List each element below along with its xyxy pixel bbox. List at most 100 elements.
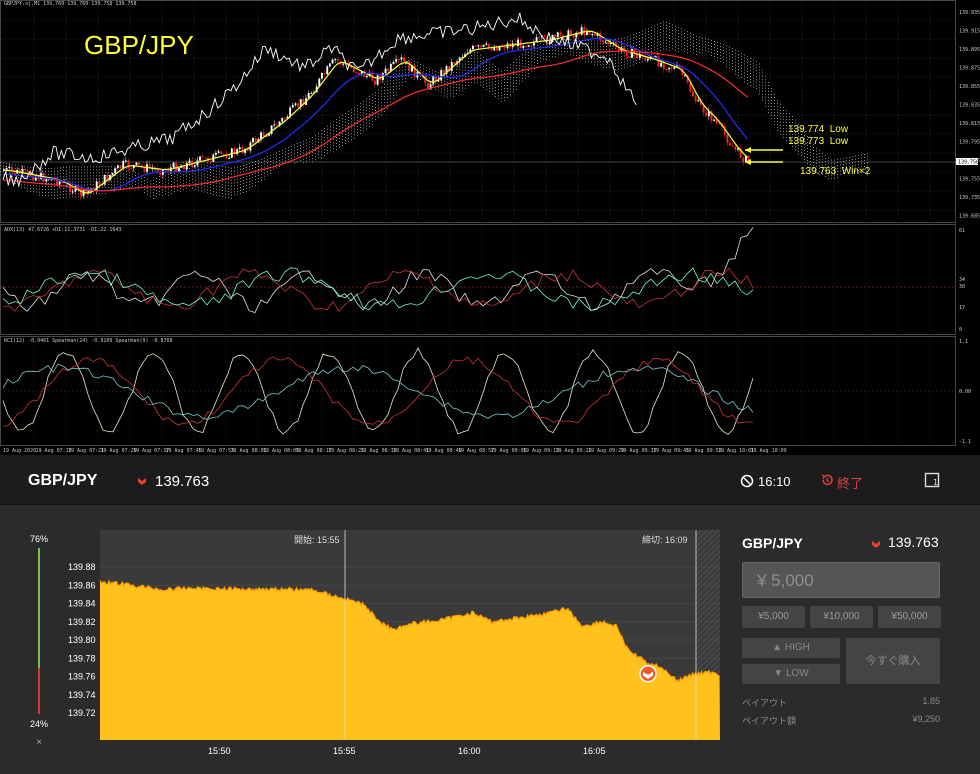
cloud-dot (846, 163, 847, 165)
cloud-dot (759, 63, 760, 65)
cloud-dot (714, 53, 715, 54)
cloud-dot (492, 84, 493, 86)
cloud-dot (111, 187, 112, 189)
cloud-dot (75, 178, 76, 180)
cloud-dot (750, 60, 751, 62)
cloud-dot (225, 196, 226, 198)
candle-body (10, 166, 13, 171)
cloud-dot (366, 107, 367, 109)
cloud-dot (678, 36, 679, 37)
cloud-dot (741, 70, 742, 72)
cloud-dot (759, 84, 760, 86)
cloud-dot (546, 58, 547, 60)
cloud-dot (438, 90, 439, 92)
cloud-dot (18, 168, 19, 170)
cloud-dot (42, 188, 43, 190)
cloud-dot (231, 179, 232, 181)
high-button[interactable]: ▲ HIGH (742, 638, 840, 658)
cloud-dot (792, 119, 793, 120)
cloud-dot (585, 61, 586, 63)
cloud-dot (786, 128, 787, 129)
cloud-dot (357, 117, 358, 119)
cloud-dot (828, 178, 829, 180)
cloud-dot (183, 186, 184, 188)
cloud-dot (162, 195, 163, 197)
amount-5000-button[interactable]: ¥5,000 (742, 606, 805, 628)
cloud-dot (183, 177, 184, 179)
cloud-dot (399, 67, 400, 69)
candle-body (480, 45, 482, 47)
cloud-dot (33, 185, 34, 187)
cloud-dot (504, 76, 505, 77)
cloud-dot (111, 175, 112, 177)
cloud-dot (372, 112, 373, 113)
cloud-dot (591, 46, 592, 48)
cloud-dot (315, 150, 316, 152)
cloud-dot (117, 181, 118, 183)
cloud-dot (501, 82, 502, 84)
order-price: 139.763 (888, 534, 939, 550)
cloud-dot (204, 167, 205, 169)
amount-input[interactable]: ¥ 5,000 (742, 562, 940, 598)
cloud-dot (114, 166, 115, 168)
candle-body (570, 30, 572, 35)
candle-body (713, 119, 716, 121)
cloud-dot (528, 52, 529, 53)
cloud-dot (693, 46, 694, 48)
cloud-dot (177, 177, 178, 179)
cloud-dot (645, 38, 646, 40)
cloud-dot (132, 176, 133, 178)
candle-body (599, 33, 602, 41)
candle-body (177, 167, 180, 172)
cloud-dot (780, 115, 781, 117)
cloud-dot (222, 178, 223, 179)
cloud-dot (474, 82, 475, 84)
window-icon[interactable]: 1 (924, 472, 940, 488)
cloud-dot (549, 56, 550, 57)
cloud-dot (732, 54, 733, 55)
cloud-dot (540, 51, 541, 53)
cloud-dot (171, 178, 172, 179)
gauge-close-button[interactable]: × (28, 737, 50, 748)
cloud-dot (393, 80, 394, 81)
cloud-dot (771, 91, 772, 92)
cloud-dot (546, 49, 547, 51)
cloud-dot (249, 169, 250, 171)
cloud-dot (711, 49, 712, 50)
cloud-dot (585, 49, 586, 51)
candle-body (525, 45, 527, 47)
cloud-dot (651, 32, 652, 34)
candle-body (742, 157, 745, 163)
cloud-dot (219, 171, 220, 173)
cloud-dot (837, 162, 838, 163)
cloud-dot (228, 176, 229, 178)
cloud-dot (474, 55, 475, 57)
cloud-dot (354, 113, 355, 115)
cloud-dot (345, 125, 346, 126)
cloud-dot (744, 66, 745, 68)
buy-now-button[interactable]: 今すぐ購入 (846, 638, 940, 684)
cloud-dot (801, 154, 802, 156)
header-end-label[interactable]: 終了 (837, 473, 863, 492)
cloud-dot (546, 52, 547, 54)
cloud-dot (225, 181, 226, 183)
cloud-dot (75, 172, 76, 174)
cloud-dot (51, 182, 52, 184)
cloud-dot (258, 160, 259, 161)
cloud-dot (576, 48, 577, 50)
cloud-dot (324, 146, 325, 147)
cloud-dot (54, 170, 55, 172)
cloud-dot (177, 189, 178, 191)
cloud-dot (654, 28, 655, 30)
cloud-dot (402, 78, 403, 80)
cloud-dot (570, 45, 571, 47)
cloud-dot (453, 89, 454, 91)
cloud-dot (114, 181, 115, 183)
amount-10000-button[interactable]: ¥10,000 (810, 606, 873, 628)
candle-body (217, 151, 220, 153)
low-button[interactable]: ▼ LOW (742, 664, 840, 684)
cloud-dot (363, 121, 364, 123)
amount-50000-button[interactable]: ¥50,000 (878, 606, 941, 628)
cloud-dot (531, 49, 532, 51)
cloud-dot (39, 194, 40, 196)
